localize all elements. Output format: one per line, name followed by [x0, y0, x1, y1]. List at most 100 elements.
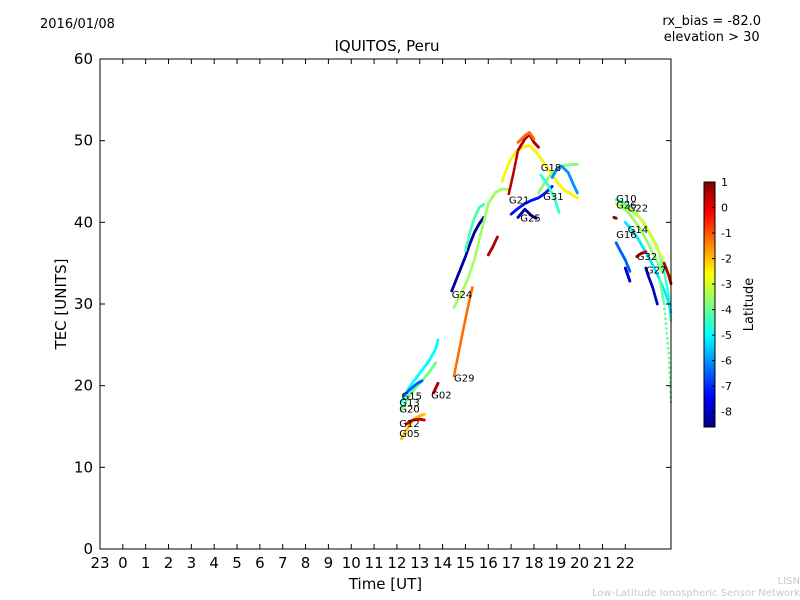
data-point: [666, 291, 670, 295]
data-point: [667, 351, 671, 355]
data-point: [482, 202, 486, 206]
colorbar-label: Latitude: [742, 278, 757, 332]
satellite-label: G25: [520, 213, 540, 224]
data-point: [666, 289, 670, 293]
x-tick-label: 12: [387, 554, 406, 572]
y-tick-label: 50: [74, 132, 93, 150]
satellite-label: G05: [399, 429, 419, 440]
data-point: [661, 295, 665, 299]
footer-line-1: LISN: [777, 576, 800, 587]
data-point: [664, 317, 667, 321]
data-point: [628, 269, 632, 273]
x-axis-label: Time [UT]: [348, 575, 422, 593]
data-point: [664, 322, 668, 325]
data-point: [667, 356, 671, 360]
x-tick-label: 17: [502, 554, 521, 572]
data-point: [532, 137, 536, 141]
data-point: [659, 285, 663, 289]
x-tick-label: 3: [187, 554, 197, 572]
colorbar-tick-label: -5: [721, 329, 732, 342]
x-tick-label: 8: [301, 554, 311, 572]
data-point: [436, 338, 440, 342]
data-point: [662, 302, 666, 306]
colorbar-tick-label: -7: [721, 380, 732, 393]
satellite-label: G12: [399, 419, 419, 430]
data-point: [422, 418, 426, 422]
y-tick-label: 20: [74, 377, 93, 395]
x-tick-label: 5: [232, 554, 242, 572]
satellite-labels: G05G12G20G13G15 G02G29G24G21G25G18G31 G10G…: [399, 163, 666, 440]
colorbar-tick-label: -4: [721, 304, 732, 317]
x-tick-label: 18: [524, 554, 543, 572]
data-point: [665, 287, 669, 290]
x-tick-label: 15: [456, 554, 475, 572]
data-point: [550, 185, 554, 188]
data-point: [662, 300, 666, 303]
colorbar-tick-label: -1: [721, 227, 732, 240]
data-point: [496, 235, 499, 239]
data-point: [663, 312, 667, 316]
data-point: [668, 366, 671, 370]
data-point: [470, 286, 474, 290]
y-tick-label: 10: [74, 458, 93, 476]
y-tick-label: 60: [74, 50, 93, 68]
data-point: [658, 278, 661, 281]
y-tick-label: 0: [83, 540, 93, 558]
data-point: [667, 361, 671, 365]
x-tick-label: 2: [164, 554, 174, 572]
x-tick-label: 22: [616, 554, 635, 572]
x-tick-label: 13: [410, 554, 429, 572]
x-tick-label: 4: [209, 554, 219, 572]
y-axis-label: TEC [UNITS]: [52, 259, 70, 351]
data-point: [436, 381, 440, 385]
data-point: [666, 341, 670, 345]
footer-line-2: Low-Latitude Ionospheric Sensor Network: [592, 588, 800, 599]
data-point: [665, 327, 668, 330]
x-tick-label: 14: [433, 554, 452, 572]
data-point: [665, 336, 669, 340]
satellite-label: G22: [628, 204, 648, 215]
satellite-label: G15: [401, 391, 421, 402]
y-tick-label: 30: [74, 295, 93, 313]
tec-scatter-chart: G05G12G20G13G15 G02G29G24G21G25G18G31 G10G…: [52, 50, 757, 593]
data-point: [537, 145, 540, 149]
data-point: [575, 196, 579, 200]
satellite-label: G29: [454, 374, 474, 385]
y-axis: 0 10 20 30 40 50 60: [74, 50, 671, 558]
data-point: [665, 332, 669, 335]
colorbar-tick-label: 0: [721, 202, 728, 215]
satellite-label: G32: [637, 252, 657, 263]
colorbar-tick-label: -8: [721, 406, 732, 419]
colorbar-tick-label: -2: [721, 253, 732, 266]
data-point: [658, 280, 662, 284]
data-point: [575, 191, 579, 195]
data-point: [663, 307, 667, 311]
data-point: [614, 216, 618, 220]
satellite-label: G27: [646, 266, 666, 277]
x-axis: 23 0 1 2 3 4 5 6 7 8 9 10 11 12 13 14 15 16 17 18 19 20 21 22: [90, 59, 635, 572]
plot-frame: [99, 58, 672, 550]
x-tick-label: 6: [255, 554, 265, 572]
data-point: [664, 277, 667, 281]
x-tick-label: 19: [547, 554, 566, 572]
colorbar-tick-label: 1: [721, 176, 728, 189]
data-point: [655, 302, 659, 306]
data-point: [660, 292, 664, 296]
x-tick-label: 1: [141, 554, 151, 572]
satellite-label: G16: [616, 230, 636, 241]
x-tick-label: 11: [365, 554, 384, 572]
data-point: [664, 279, 668, 283]
data-point: [420, 379, 424, 383]
data-point: [665, 282, 668, 285]
data-point: [665, 284, 669, 288]
y-tick-label: 40: [74, 213, 93, 231]
data-point: [434, 361, 438, 365]
x-tick-label: 16: [479, 554, 498, 572]
data-point: [575, 162, 579, 166]
x-tick-label: 10: [342, 554, 361, 572]
data-point: [628, 279, 632, 283]
x-tick-label: 7: [278, 554, 288, 572]
data-point: [661, 297, 665, 301]
colorbar-tick-label: -6: [721, 355, 732, 368]
satellite-label: G18: [541, 163, 561, 174]
